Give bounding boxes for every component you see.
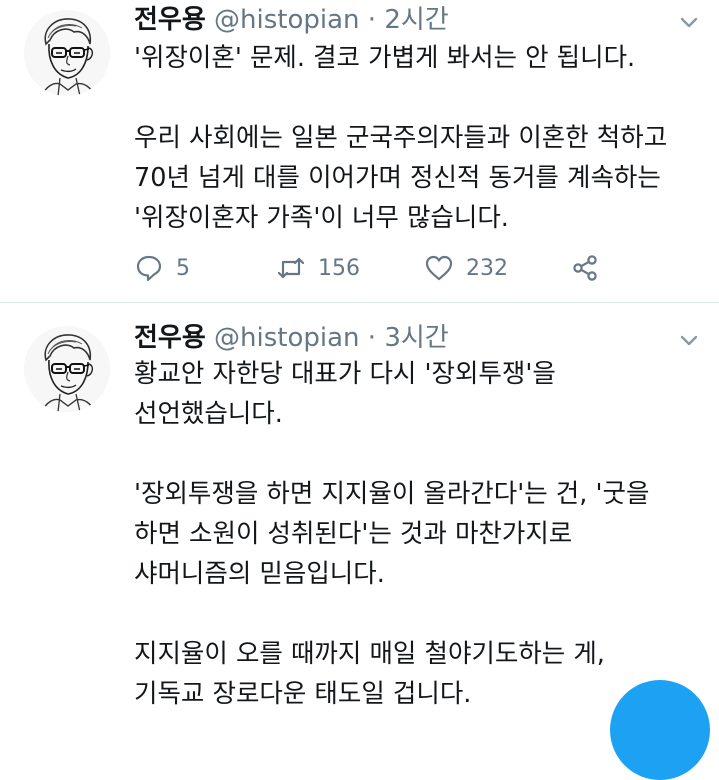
tweet-line: '장외투쟁을 하면 지지율이 올라간다'는 건, '굿을: [134, 479, 650, 509]
tweet-header: 전우용 @histopian · 2시간: [134, 2, 659, 38]
tweet-line: 70년 넘게 대를 이어가며 정신적 동거를 계속하는: [134, 163, 661, 193]
tweet-actions: 5 156 232: [134, 248, 694, 288]
separator: ·: [367, 5, 377, 35]
avatar[interactable]: [24, 326, 110, 412]
like-count: 232: [466, 255, 508, 281]
timestamp[interactable]: 2시간: [384, 5, 448, 35]
chevron-down-icon[interactable]: [677, 10, 701, 34]
compose-button[interactable]: [610, 680, 710, 780]
tweet-line: 하면 소원이 성취된다'는 것과 마찬가지로: [134, 519, 573, 549]
retweet-icon: [277, 257, 305, 279]
tweet-line: 황교안 자한당 대표가 다시 '장외투쟁'을: [134, 359, 556, 389]
tweet-line: '위장이혼자 가족'이 너무 많습니다.: [134, 203, 509, 233]
share-icon: [573, 255, 597, 281]
chevron-down-icon[interactable]: [677, 328, 701, 352]
tweet-header: 전우용 @histopian · 3시간: [134, 320, 659, 356]
author-name[interactable]: 전우용: [134, 5, 206, 35]
share-button[interactable]: [570, 248, 600, 288]
retweet-count: 156: [318, 255, 360, 281]
timestamp[interactable]: 3시간: [384, 323, 448, 353]
reply-button[interactable]: 5: [134, 248, 190, 288]
reply-count: 5: [176, 255, 190, 281]
tweet[interactable]: 전우용 @histopian · 3시간 황교안 자한당 대표가 다시 '장외투…: [0, 304, 719, 709]
tweet-text: 황교안 자한당 대표가 다시 '장외투쟁'을 선언했습니다. '장외투쟁을 하면…: [134, 354, 703, 714]
avatar[interactable]: [24, 10, 110, 96]
tweet-line: '위장이혼' 문제. 결코 가볍게 봐서는 안 됩니다.: [134, 43, 636, 73]
author-handle[interactable]: @histopian: [214, 5, 360, 35]
tweet-line: 샤머니즘의 믿음입니다.: [134, 559, 385, 589]
tweet[interactable]: 전우용 @histopian · 2시간 '위장이혼' 문제. 결코 가볍게 봐…: [0, 0, 719, 303]
retweet-button[interactable]: 156: [276, 248, 360, 288]
tweet-line: 선언했습니다.: [134, 399, 283, 429]
heart-icon: [425, 255, 453, 281]
speech-bubble-icon: [136, 255, 162, 282]
tweet-text: '위장이혼' 문제. 결코 가볍게 봐서는 안 됩니다. 우리 사회에는 일본 …: [134, 38, 703, 238]
tweet-line: 우리 사회에는 일본 군국주의자들과 이혼한 척하고: [134, 123, 668, 153]
separator: ·: [367, 323, 377, 353]
like-button[interactable]: 232: [424, 248, 508, 288]
tweet-line: 지지율이 오를 때까지 매일 철야기도하는 게,: [134, 639, 605, 669]
author-handle[interactable]: @histopian: [214, 323, 360, 353]
author-name[interactable]: 전우용: [134, 323, 206, 353]
